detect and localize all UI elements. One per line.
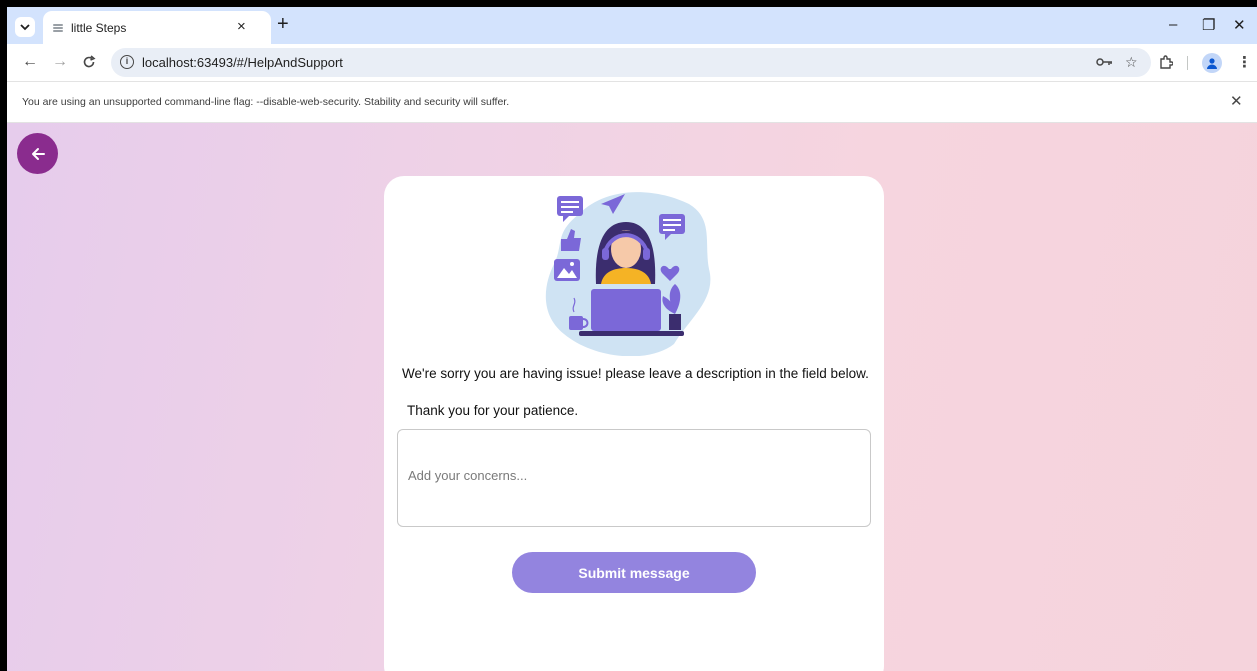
page-back-button[interactable] [17,133,58,174]
profile-button[interactable] [1202,53,1222,73]
infobar-close-icon[interactable]: ✕ [1230,92,1243,110]
infobar-message: You are using an unsupported command-lin… [22,96,510,108]
tab-little-steps[interactable]: little Steps × [43,11,271,44]
thank-you-message: Thank you for your patience. [407,403,579,418]
back-arrow-icon[interactable]: ← [22,53,38,71]
profile-icon [1207,58,1217,69]
submit-message-button[interactable]: Submit message [512,552,756,593]
page-back-arrow-icon [31,147,45,160]
tab-favicon-icon [53,24,63,32]
browser-toolbar: ← → i localhost:63493/#/HelpAndSupport ☆… [7,44,1257,81]
new-tab-button[interactable]: + [277,14,289,34]
reload-icon[interactable] [82,55,96,69]
customer-support-illustration [545,192,711,356]
unsupported-flag-infobar: You are using an unsupported command-lin… [7,81,1257,123]
help-and-support-page: We're sorry you are having issue! please… [7,123,1257,671]
tab-strip: little Steps × + – ❐ ✕ [7,7,1257,44]
support-card: We're sorry you are having issue! please… [384,176,884,671]
address-bar[interactable]: i localhost:63493/#/HelpAndSupport ☆ [111,48,1151,77]
apology-message: We're sorry you are having issue! please… [402,366,869,381]
forward-arrow-icon[interactable]: → [52,53,68,71]
concerns-input[interactable] [397,429,871,527]
extensions-icon[interactable] [1159,55,1173,70]
toolbar-divider [1187,56,1188,70]
url-text[interactable]: localhost:63493/#/HelpAndSupport [142,55,343,70]
bookmark-star-icon[interactable]: ☆ [1125,54,1138,71]
tab-search-icon [20,24,30,31]
menu-kebab-icon[interactable]: ⋮ [1237,53,1252,71]
minimize-button[interactable]: – [1169,16,1177,33]
restore-button[interactable]: ❐ [1202,16,1215,34]
tab-search-button[interactable] [15,17,35,37]
password-key-icon[interactable] [1096,57,1114,67]
close-window-button[interactable]: ✕ [1233,16,1246,34]
info-icon[interactable]: i [120,55,134,69]
tab-close-icon[interactable]: × [237,18,246,35]
tab-title: little Steps [71,21,127,35]
browser-window: little Steps × + – ❐ ✕ ← → i localhost:6… [7,7,1257,671]
